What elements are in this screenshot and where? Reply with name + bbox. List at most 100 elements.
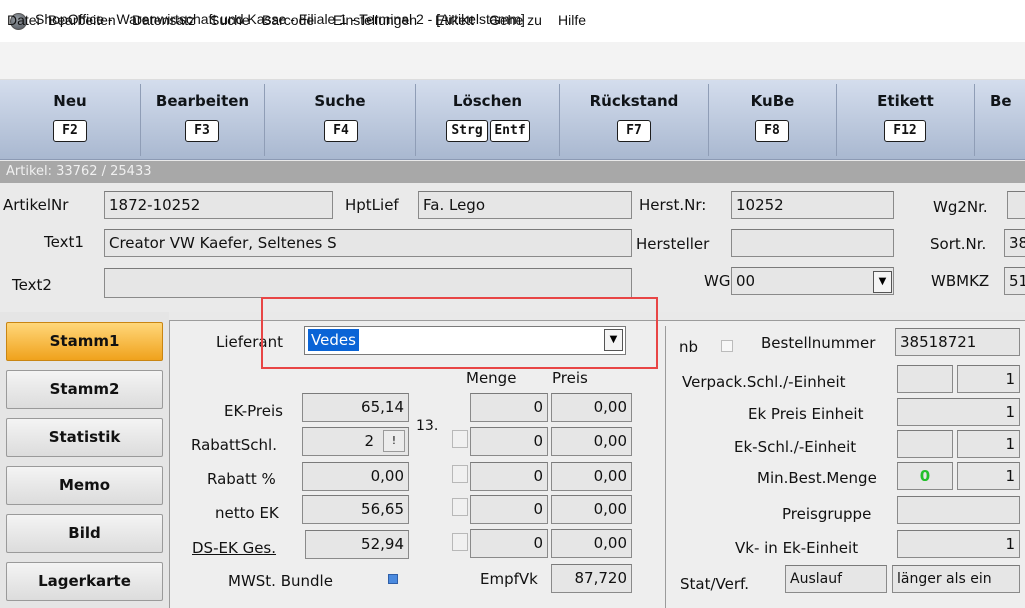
menu-datei[interactable]: Datei [7,12,40,28]
wg-label: WG [704,272,731,290]
truncated-toolbar-button[interactable]: Be [975,80,1025,160]
menu-hilfe[interactable]: Hilfe [558,12,586,28]
staffel-row-button[interactable] [452,465,468,483]
stat-verf-field[interactable]: Auslauf [785,565,887,593]
staffel-preis-field[interactable]: 0,00 [551,529,632,558]
tab-stamm2[interactable]: Stamm2 [6,370,163,409]
record-counter: Artikel: 33762 / 25433 [6,164,152,179]
wbmkz-field[interactable]: 51 [1004,267,1025,295]
strg-key: Strg [446,120,488,142]
kube-button-label: KuBe [750,92,795,110]
ek-preis-field[interactable]: 65,14 [302,393,409,422]
min-best-menge-field[interactable]: 1 [957,462,1020,490]
ek-schl-label: Ek-Schl./-Einheit [734,438,857,456]
backorder-button-label: Rückstand [589,92,679,110]
ds-ek-field[interactable]: 52,94 [305,530,409,559]
f2-key: F2 [53,120,87,142]
kube-button[interactable]: KuBe F8 [709,80,836,160]
herstnr-field[interactable]: 10252 [731,191,894,219]
tab-statistik[interactable]: Statistik [6,418,163,457]
verpack-schl-field[interactable] [897,365,953,393]
f3-key: F3 [185,120,219,142]
sortnr-label: Sort.Nr. [930,235,987,253]
text2-label: Text2 [12,276,52,294]
min-best-menge-label: Min.Best.Menge [757,469,877,487]
menu-datensatz[interactable]: Datensatz [132,12,195,28]
ds-ek-label[interactable]: DS-EK Ges. [192,539,276,557]
search-button[interactable]: Suche F4 [265,80,415,160]
wg-select-value: 00 [736,272,756,290]
rabatt-label: Rabatt % [207,470,276,488]
staffel-row-button[interactable] [452,533,468,551]
mwst-bundle-checkbox[interactable] [388,574,398,584]
delete-button[interactable]: Löschen Strg Entf [416,80,559,160]
new-button[interactable]: Neu F2 [0,80,140,160]
f7-key: F7 [617,120,651,142]
vk-ek-einheit-field[interactable]: 1 [897,530,1020,558]
menu-etikett[interactable]: Etikett [435,12,474,28]
menu-bearbeiten[interactable]: Bearbeiten [48,12,116,28]
staffel-row-button[interactable] [452,430,468,448]
staffel-preis-field[interactable]: 0,00 [551,427,632,456]
vk-ek-einheit-label: Vk- in Ek-Einheit [735,539,859,557]
wg2nr-field[interactable] [1007,191,1025,219]
ek-einheit-field[interactable]: 1 [957,430,1020,458]
truncated-toolbar-label: Be [990,92,1012,110]
tab-stamm1[interactable]: Stamm1 [6,322,163,361]
text1-field[interactable]: Creator VW Kaefer, Seltenes S [104,229,632,257]
hersteller-field[interactable] [731,229,894,257]
ek-schl-field[interactable] [897,430,953,458]
ek-preis-label: EK-Preis [224,402,283,420]
stat-verf-label: Stat/Verf. [680,575,749,593]
staffel-preis-field[interactable]: 0,00 [551,393,632,422]
menu-bar [0,42,1025,80]
bestellnummer-field[interactable]: 38518721 [895,328,1020,356]
text2-field[interactable] [104,268,632,298]
preis-header: Preis [552,369,588,387]
nb-checkbox[interactable] [721,340,733,352]
hersteller-label: Hersteller [636,235,710,253]
panel-divider [665,326,666,608]
new-button-label: Neu [53,92,87,110]
tab-bild[interactable]: Bild [6,514,163,553]
menu-einstellungen[interactable]: Einstellungen [333,12,417,28]
staffel-row-button[interactable] [452,498,468,516]
wg2nr-label: Wg2Nr. [933,198,988,216]
staffel-menge-field[interactable]: 0 [470,529,548,558]
tab-lagerkarte[interactable]: Lagerkarte [6,562,163,601]
rabattschl-label: RabattSchl. [191,436,277,454]
f8-key: F8 [755,120,789,142]
tab-memo[interactable]: Memo [6,466,163,505]
preisgruppe-field[interactable] [897,496,1020,524]
staffel-menge-field[interactable]: 0 [470,427,548,456]
menu-gehe-zu[interactable]: Gehe zu [489,12,542,28]
staffel-menge-field[interactable]: 0 [470,462,548,491]
staffel-preis-field[interactable]: 0,00 [551,495,632,524]
netto-ek-field[interactable]: 56,65 [302,495,409,524]
stat-verf-detail-field[interactable]: länger als ein [892,565,1020,593]
staffel-menge-field[interactable]: 0 [470,495,548,524]
f4-key: F4 [324,120,358,142]
min-best-menge-status[interactable]: 0 [897,462,953,490]
staffel-preis-field[interactable]: 0,00 [551,462,632,491]
label-print-button[interactable]: Etikett F12 [837,80,974,160]
nb-label: nb [679,338,699,356]
artikelnr-field[interactable]: 1872-10252 [104,191,333,219]
edit-button[interactable]: Bearbeiten F3 [141,80,264,160]
sortnr-field[interactable]: 38 [1004,229,1025,257]
verpack-einheit-field[interactable]: 1 [957,365,1020,393]
ek-preis-einheit-field[interactable]: 1 [897,398,1020,426]
rabatt-field[interactable]: 0,00 [302,462,409,491]
empfvk-field[interactable]: 87,720 [551,564,632,593]
wg-dropdown-arrow-icon[interactable]: ▼ [873,271,892,293]
mwst-bundle-label: MWSt. Bundle [228,572,333,590]
hptlief-field[interactable]: Fa. Lego [418,191,632,219]
menu-barcode[interactable]: Barcode [262,12,314,28]
staffel-menge-field[interactable]: 0 [470,393,548,422]
record-status-strip [0,161,1025,183]
rabattschl-lookup-button[interactable]: ! [383,430,405,452]
ek-preis-einheit-label: Ek Preis Einheit [748,405,864,423]
wg-select[interactable]: 00 [731,267,894,295]
menu-suche[interactable]: Suche [210,12,250,28]
backorder-button[interactable]: Rückstand F7 [560,80,708,160]
